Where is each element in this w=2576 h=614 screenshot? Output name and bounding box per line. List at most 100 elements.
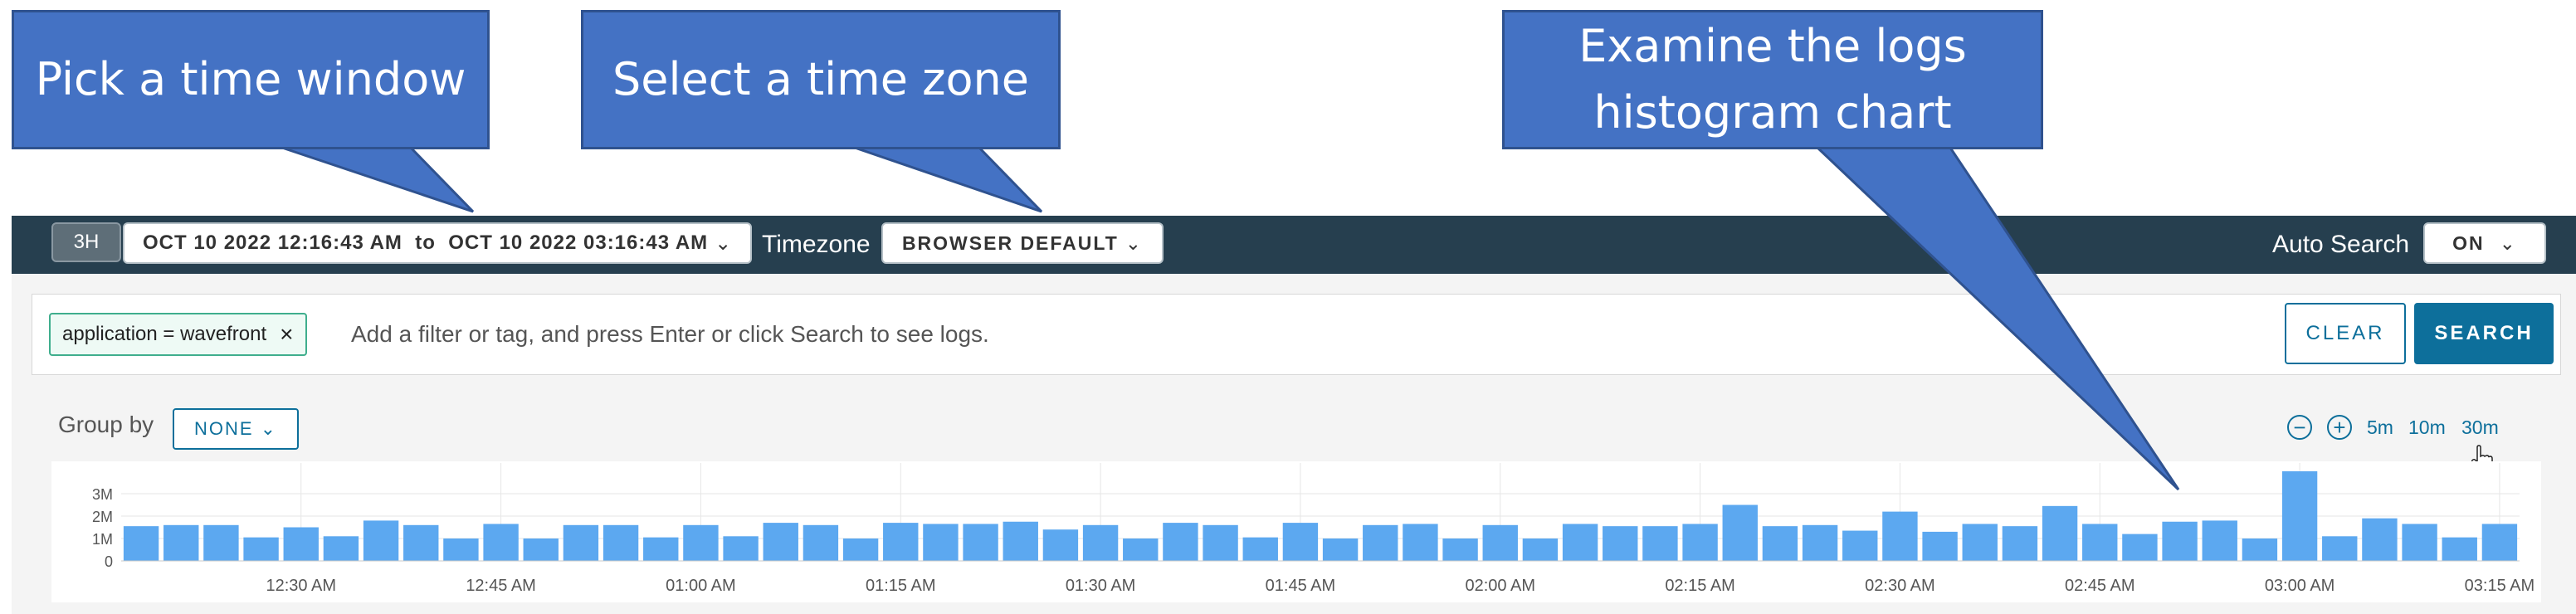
histogram-bar (1123, 538, 1159, 561)
histogram-bar (483, 524, 519, 561)
filter-bar: application = wavefront × CLEAR SEARCH (32, 294, 2561, 375)
histogram-bar (1242, 537, 1278, 561)
filter-pill-label: application = wavefront (62, 323, 267, 345)
histogram-bar (203, 524, 239, 561)
x-tick-label: 02:45 AM (2065, 577, 2135, 595)
histogram-bar (1802, 524, 1838, 561)
histogram-bar (123, 526, 159, 561)
histogram-bar (1762, 526, 1798, 561)
date-range-picker[interactable]: OCT 10 2022 12:16:43 AM to OCT 10 2022 0… (123, 222, 752, 264)
y-tick-label: 1M (92, 531, 113, 548)
histogram-bar (2281, 471, 2318, 561)
histogram-bar (842, 538, 879, 561)
x-tick-label: 02:30 AM (1865, 577, 1935, 595)
histogram-bar (923, 524, 959, 561)
histogram-bar (1722, 504, 1758, 561)
auto-search-select[interactable]: ON ⌄ (2423, 222, 2546, 264)
clear-button[interactable]: CLEAR (2285, 303, 2406, 364)
histogram-bar (1603, 526, 1638, 561)
histogram-bar (643, 537, 679, 561)
histogram-bar (2082, 524, 2118, 561)
x-tick-label: 01:00 AM (666, 577, 736, 595)
x-tick-label: 12:45 AM (466, 577, 536, 595)
zoom-in-icon[interactable]: + (2327, 415, 2352, 440)
callout-histogram: Examine the logs histogram chart (1502, 10, 2043, 149)
histogram-bar (563, 524, 599, 561)
histogram-bar (2322, 536, 2358, 561)
histogram-bar (1403, 524, 1438, 561)
histogram-bar (1203, 524, 1238, 561)
histogram-bar (2402, 524, 2437, 561)
histogram-bar (683, 524, 719, 561)
histogram-bar (1642, 526, 1678, 561)
histogram-bar (1682, 524, 1718, 561)
callout-time-zone-text: Select a time zone (612, 53, 1029, 105)
histogram-panel: 3M 2M 1M 0 12:30 AM 12:45 AM 01:00 AM 01:15 AM 0… (51, 461, 2541, 602)
auto-search-label: Auto Search (2272, 231, 2410, 258)
auto-search-value: ON (2452, 231, 2485, 254)
histogram-bar (243, 537, 279, 561)
filter-input[interactable] (351, 313, 1928, 356)
histogram-bar (763, 523, 798, 561)
chevron-down-icon: ⌄ (260, 418, 277, 439)
histogram-bar (1442, 538, 1478, 561)
histogram-bar (523, 538, 559, 561)
histogram-bar (2442, 537, 2477, 561)
callout-histogram-line1: Examine the logs (1578, 20, 1967, 72)
histogram-bar (443, 538, 479, 561)
histogram-bar (2242, 538, 2278, 561)
histogram-bar (1082, 524, 1119, 561)
histogram-bar (723, 536, 759, 561)
callout-time-zone: Select a time zone (581, 10, 1061, 149)
group-by-value: NONE (194, 418, 254, 439)
x-tick-label: 03:00 AM (2265, 577, 2335, 595)
histogram-bar (2002, 526, 2038, 561)
zoom-30m-link[interactable]: 30m (2461, 417, 2499, 439)
y-tick-label: 0 (105, 553, 113, 570)
group-by-select[interactable]: NONE ⌄ (173, 408, 299, 450)
time-toolbar: 3H OCT 10 2022 12:16:43 AM to OCT 10 202… (12, 216, 2576, 274)
histogram-bar (2122, 534, 2158, 561)
x-tick-label: 12:30 AM (266, 577, 336, 595)
histogram-bar (1042, 529, 1079, 561)
histogram-bar (883, 523, 919, 561)
histogram-bar (1522, 538, 1559, 561)
timezone-select[interactable]: BROWSER DEFAULT ⌄ (881, 222, 1164, 264)
callout-time-window-text: Pick a time window (35, 53, 466, 105)
histogram-bar (1363, 524, 1398, 561)
zoom-5m-link[interactable]: 5m (2367, 417, 2393, 439)
group-by-label: Group by (58, 412, 154, 437)
histogram-bar (403, 524, 439, 561)
histogram-bar (1922, 531, 1958, 561)
chevron-down-icon: ⌄ (2499, 231, 2517, 254)
histogram-bar (1882, 511, 1918, 561)
y-tick-label: 2M (92, 509, 113, 525)
close-icon[interactable]: × (280, 321, 293, 348)
histogram-bar (603, 524, 639, 561)
x-tick-label: 02:15 AM (1665, 577, 1735, 595)
histogram-bar (163, 524, 199, 561)
search-button[interactable]: SEARCH (2414, 303, 2554, 364)
timezone-value: BROWSER DEFAULT (901, 231, 1119, 254)
filter-pill-application[interactable]: application = wavefront × (49, 313, 307, 356)
x-tick-label: 01:45 AM (1266, 577, 1336, 595)
time-window-pointer (281, 146, 475, 213)
histogram-bar (1962, 524, 1998, 561)
y-tick-label: 3M (92, 486, 113, 503)
histogram-bar (2202, 520, 2237, 561)
zoom-10m-link[interactable]: 10m (2408, 417, 2446, 439)
histogram-bar (1562, 524, 1598, 561)
time-range-button[interactable]: 3H (51, 222, 121, 262)
x-tick-label: 02:00 AM (1465, 577, 1535, 595)
histogram-bar (1163, 523, 1198, 561)
callout-time-window: Pick a time window (12, 10, 490, 149)
logs-histogram-chart[interactable]: 3M 2M 1M 0 12:30 AM 12:45 AM 01:00 AM 01:15 AM 0… (51, 461, 2541, 602)
zoom-out-icon[interactable]: − (2287, 415, 2312, 440)
histogram-bar (1842, 530, 1878, 561)
x-tick-label: 03:15 AM (2465, 577, 2535, 595)
timezone-label: Timezone (762, 231, 871, 258)
histogram-bar (1482, 524, 1518, 561)
histogram-bar (963, 524, 998, 561)
histogram-bar (2162, 521, 2198, 561)
histogram-bar (803, 524, 839, 561)
